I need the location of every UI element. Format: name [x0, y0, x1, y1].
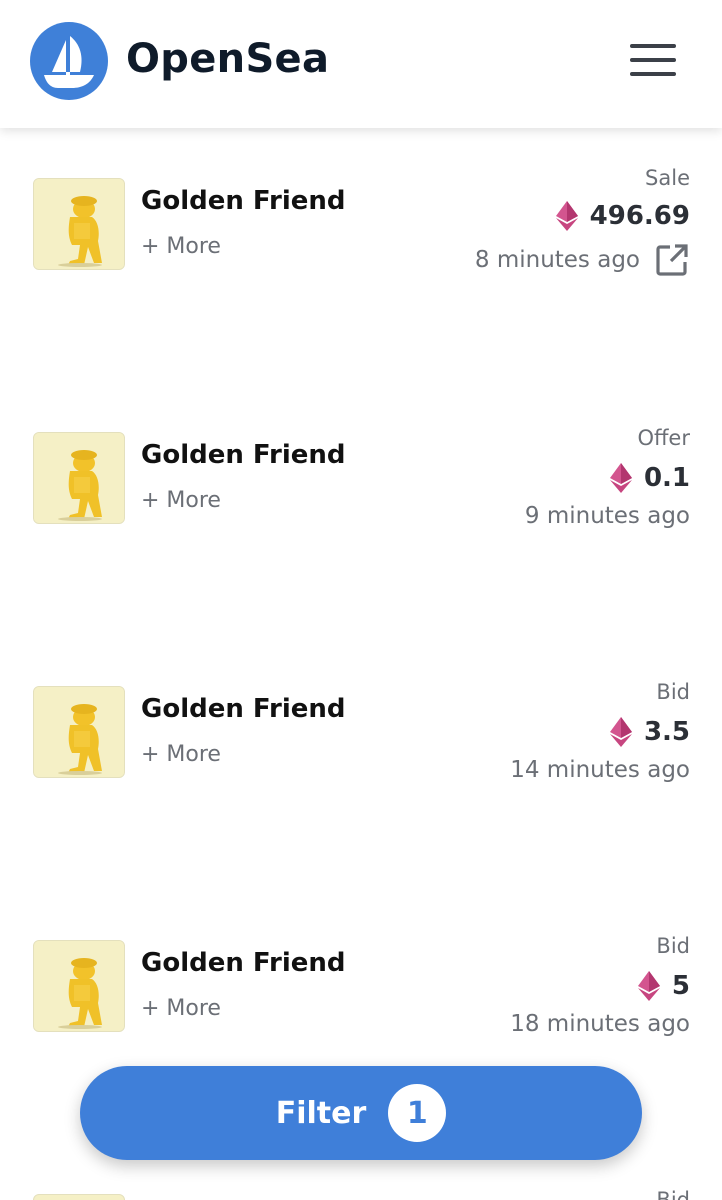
- price-value: 0.1: [643, 463, 690, 493]
- more-link[interactable]: + More: [141, 488, 221, 513]
- hamburger-menu-icon[interactable]: [624, 40, 680, 80]
- time-ago: 18 minutes ago: [510, 1006, 690, 1042]
- nft-thumbnail[interactable]: [33, 686, 125, 778]
- price: 3.5: [609, 715, 690, 749]
- nft-thumbnail[interactable]: [33, 432, 125, 524]
- ethereum-icon: [609, 717, 632, 747]
- more-link[interactable]: + More: [141, 742, 221, 767]
- time-ago: 8 minutes ago: [475, 242, 690, 278]
- opensea-logo-icon[interactable]: [30, 22, 108, 100]
- more-link[interactable]: + More: [141, 234, 221, 259]
- filter-label: Filter: [275, 1095, 367, 1131]
- ethereum-icon: [555, 201, 578, 231]
- nft-thumbnail[interactable]: [33, 1194, 125, 1200]
- event-type-label: Bid: [656, 1188, 690, 1200]
- price: 5: [637, 969, 690, 1003]
- time-ago: 9 minutes ago: [525, 498, 690, 534]
- price-value: 3.5: [643, 717, 690, 747]
- time-ago-text: 14 minutes ago: [510, 757, 690, 783]
- activity-row: Golden Friend + More Bid 3.5 14 minutes …: [0, 680, 722, 926]
- item-name[interactable]: Golden Friend: [141, 948, 346, 978]
- event-type-label: Bid: [656, 934, 690, 958]
- item-name[interactable]: Golden Friend: [141, 186, 346, 216]
- top-navbar: OpenSea: [0, 0, 722, 128]
- nft-thumbnail[interactable]: [33, 940, 125, 1032]
- filter-count-badge: 1: [388, 1084, 447, 1142]
- event-type-label: Sale: [645, 166, 690, 190]
- activity-page: OpenSea Golden Friend + More Sale 496.69…: [0, 0, 722, 1200]
- price: 496.69: [555, 199, 690, 233]
- ethereum-icon: [609, 463, 632, 493]
- filter-button[interactable]: Filter 1: [80, 1066, 642, 1160]
- time-ago-text: 9 minutes ago: [524, 503, 690, 529]
- brand-name[interactable]: OpenSea: [126, 36, 329, 82]
- price-value: 5: [671, 971, 690, 1001]
- price-value: 496.69: [589, 201, 690, 231]
- item-name[interactable]: Golden Friend: [141, 440, 346, 470]
- more-link[interactable]: + More: [141, 996, 221, 1021]
- price: 0.1: [609, 461, 690, 495]
- item-name[interactable]: Golden Friend: [141, 694, 346, 724]
- external-link-icon[interactable]: [654, 242, 690, 278]
- time-ago-text: 8 minutes ago: [474, 247, 640, 273]
- event-type-label: Bid: [656, 680, 690, 704]
- event-type-label: Offer: [637, 426, 690, 450]
- ethereum-icon: [637, 971, 660, 1001]
- time-ago-text: 18 minutes ago: [510, 1011, 690, 1037]
- time-ago: 14 minutes ago: [510, 752, 690, 788]
- activity-row: Golden Friend + More Sale 496.69 8 minut…: [0, 166, 722, 418]
- nft-thumbnail[interactable]: [33, 178, 125, 270]
- activity-row: Golden Friend + More Offer 0.1 9 minutes…: [0, 426, 722, 672]
